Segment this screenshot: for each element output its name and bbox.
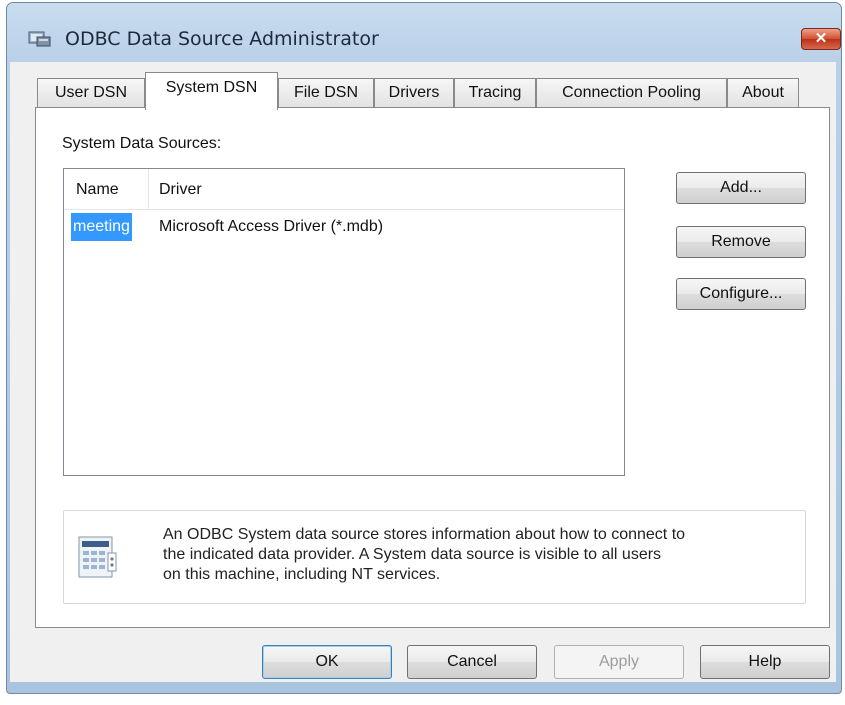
close-icon: ✕ <box>814 30 828 47</box>
tab-user-dsn[interactable]: User DSN <box>37 78 145 108</box>
app-icon <box>28 28 52 48</box>
list-item-name[interactable]: meeting <box>71 213 132 241</box>
tab-drivers[interactable]: Drivers <box>374 78 454 108</box>
list-item-driver: Microsoft Access Driver (*.mdb) <box>159 218 384 235</box>
info-line: the indicated data provider. A System da… <box>163 546 662 563</box>
list-header: Name Driver <box>64 169 624 210</box>
close-button[interactable]: ✕ <box>801 28 841 50</box>
system-data-sources-label: System Data Sources: <box>62 135 222 152</box>
ok-button[interactable]: OK <box>262 645 392 679</box>
info-box: An ODBC System data source stores inform… <box>63 510 806 604</box>
window-title: ODBC Data Source Administrator <box>65 28 379 50</box>
remove-button[interactable]: Remove <box>676 226 806 258</box>
data-sources-list[interactable]: Name Driver meeting Microsoft Access Dri… <box>63 168 625 476</box>
apply-button[interactable]: Apply <box>554 645 684 679</box>
info-line: An ODBC System data source stores inform… <box>163 526 686 543</box>
info-line: on this machine, including NT services. <box>163 566 441 583</box>
tab-tracing[interactable]: Tracing <box>454 78 536 108</box>
column-header-driver[interactable]: Driver <box>159 181 202 199</box>
column-divider[interactable] <box>148 169 149 209</box>
list-item[interactable]: meeting Microsoft Access Driver (*.mdb) <box>64 213 624 241</box>
tab-about[interactable]: About <box>727 78 799 108</box>
tab-system-dsn[interactable]: System DSN <box>145 72 278 110</box>
help-button[interactable]: Help <box>700 645 830 679</box>
tab-connection-pooling[interactable]: Connection Pooling <box>536 78 727 108</box>
add-button[interactable]: Add... <box>676 172 806 204</box>
info-text: An ODBC System data source stores inform… <box>163 525 803 585</box>
cancel-button[interactable]: Cancel <box>407 645 537 679</box>
tab-file-dsn[interactable]: File DSN <box>278 78 374 108</box>
data-source-icon <box>78 533 118 581</box>
column-header-name[interactable]: Name <box>76 181 119 199</box>
configure-button[interactable]: Configure... <box>676 278 806 310</box>
